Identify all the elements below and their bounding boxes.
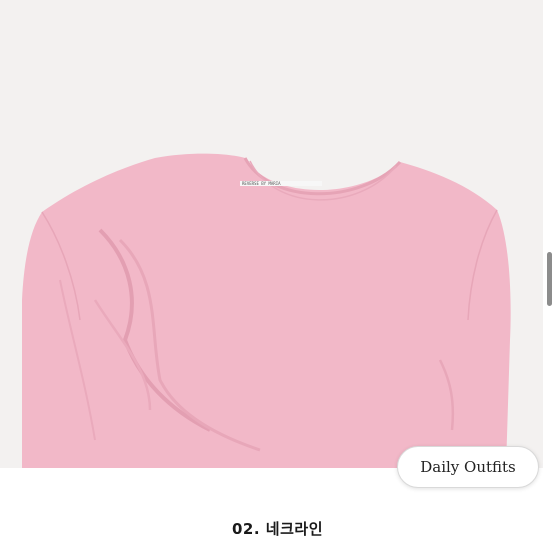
garment-body [22,153,511,468]
scrollbar-thumb[interactable] [547,252,552,306]
daily-outfits-button[interactable]: Daily Outfits [397,446,539,488]
section-caption: 02. 네크라인 [232,520,323,538]
product-photo: REVERSE BY MARIA [0,0,543,468]
daily-outfits-label: Daily Outfits [420,458,516,476]
pink-top-illustration: REVERSE BY MARIA [0,0,543,468]
scrollbar[interactable] [543,0,555,555]
brand-tag-text: REVERSE BY MARIA [242,181,281,186]
